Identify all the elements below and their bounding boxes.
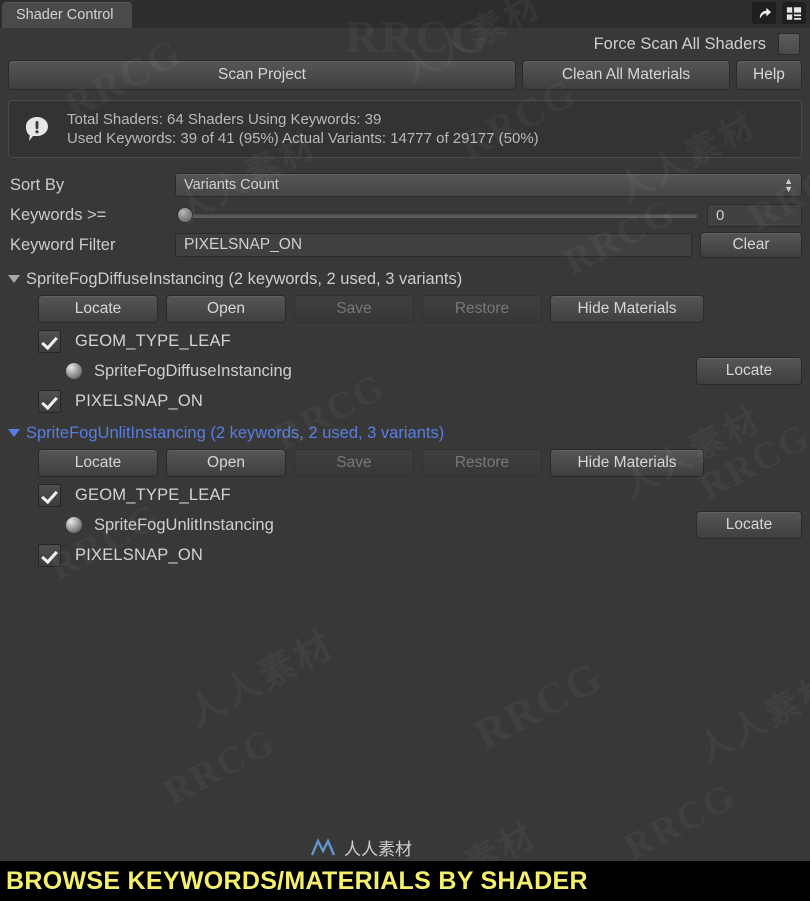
keyword-row: GEOM_TYPE_LEAF — [0, 326, 810, 356]
shader-group-button-row: Locate Open Save Restore Hide Materials — [0, 446, 810, 480]
help-button[interactable]: Help — [736, 60, 802, 90]
keyword-filter-label: Keyword Filter — [10, 235, 116, 254]
keyword-row: PIXELSNAP_ON — [0, 386, 810, 416]
keywords-gte-row: Keywords >= 0 — [0, 200, 810, 230]
group-restore-button: Restore — [422, 295, 542, 323]
keyword-checkbox[interactable] — [38, 389, 61, 413]
keywords-gte-label: Keywords >= — [10, 205, 107, 224]
triangle-down-icon[interactable] — [8, 429, 20, 437]
shader-group-title: SpriteFogDiffuseInstancing (2 keywords, … — [26, 269, 463, 288]
shader-control-window: RRCGRRCGRRCGRRCGRRCGRRCGRRCGRRCGRRCGRRCG… — [0, 0, 810, 901]
stats-info-box: Total Shaders: 64 Shaders Using Keywords… — [8, 100, 802, 158]
window-layout-icon[interactable] — [782, 2, 806, 24]
slider-thumb[interactable] — [177, 207, 193, 223]
shader-group-header[interactable]: SpriteFogUnlitInstancing (2 keywords, 2 … — [0, 420, 810, 446]
material-locate-button[interactable]: Locate — [696, 511, 802, 539]
stats-line-2: Used Keywords: 39 of 41 (95%) Actual Var… — [67, 130, 539, 147]
window-tab-bar: Shader Control — [0, 0, 810, 28]
group-locate-button[interactable]: Locate — [38, 295, 158, 323]
scan-project-button[interactable]: Scan Project — [8, 60, 516, 90]
sort-by-label: Sort By — [10, 175, 65, 194]
group-open-button[interactable]: Open — [166, 449, 286, 477]
shader-group-button-row: Locate Open Save Restore Hide Materials — [0, 292, 810, 326]
keyword-filter-row: Keyword Filter PIXELSNAP_ON Clear — [0, 230, 810, 260]
group-hide-materials-button[interactable]: Hide Materials — [550, 295, 704, 323]
watermark: RRCG — [157, 719, 284, 814]
caption-bar: 人人素材 BROWSE KEYWORDS/MATERIALS BY SHADER — [0, 837, 810, 901]
sort-by-dropdown[interactable]: Variants Count ▲ ▼ — [175, 173, 802, 197]
popout-arrow-icon[interactable] — [752, 2, 776, 24]
caption-text: BROWSE KEYWORDS/MATERIALS BY SHADER — [6, 866, 588, 895]
keyword-label: PIXELSNAP_ON — [75, 545, 204, 564]
keyword-checkbox[interactable] — [38, 329, 61, 353]
group-hide-materials-button[interactable]: Hide Materials — [550, 449, 704, 477]
material-row: SpriteFogUnlitInstancing Locate — [0, 510, 810, 540]
keyword-row: GEOM_TYPE_LEAF — [0, 480, 810, 510]
force-scan-checkbox[interactable] — [778, 33, 800, 55]
sort-by-value: Variants Count — [184, 177, 279, 193]
keyword-label: GEOM_TYPE_LEAF — [75, 485, 231, 504]
shader-group-header[interactable]: SpriteFogDiffuseInstancing (2 keywords, … — [0, 266, 810, 292]
group-restore-button: Restore — [422, 449, 542, 477]
watermark: 人人素材 — [177, 615, 343, 736]
watermark: RRCG — [466, 651, 611, 761]
keywords-gte-slider[interactable] — [175, 205, 697, 225]
stats-text: Total Shaders: 64 Shaders Using Keywords… — [67, 110, 539, 148]
window-content: Force Scan All Shaders Scan Project Clea… — [0, 28, 810, 570]
material-locate-button[interactable]: Locate — [696, 357, 802, 385]
watermark: 人人素材 — [687, 657, 810, 772]
watermark: RRCG — [617, 774, 744, 869]
sort-by-row: Sort By Variants Count ▲ ▼ — [0, 170, 810, 200]
force-scan-label: Force Scan All Shaders — [593, 34, 766, 53]
keyword-checkbox[interactable] — [38, 483, 61, 507]
keyword-row: PIXELSNAP_ON — [0, 540, 810, 570]
tab-label: Shader Control — [16, 7, 114, 23]
slider-track — [181, 212, 697, 218]
group-open-button[interactable]: Open — [166, 295, 286, 323]
shader-group-title: SpriteFogUnlitInstancing (2 keywords, 2 … — [26, 423, 445, 442]
clean-all-materials-button[interactable]: Clean All Materials — [522, 60, 730, 90]
tab-shader-control[interactable]: Shader Control — [2, 2, 132, 28]
chevron-updown-icon: ▲ ▼ — [784, 176, 793, 194]
window-tab-icons — [752, 2, 806, 24]
stats-line-1: Total Shaders: 64 Shaders Using Keywords… — [67, 111, 382, 128]
site-logo: 人人素材 — [310, 835, 412, 860]
material-sphere-icon — [66, 363, 82, 379]
shader-group-list: SpriteFogDiffuseInstancing (2 keywords, … — [0, 260, 810, 570]
keywords-gte-value-field[interactable]: 0 — [707, 203, 802, 227]
group-save-button: Save — [294, 449, 414, 477]
group-save-button: Save — [294, 295, 414, 323]
shader-group: SpriteFogUnlitInstancing (2 keywords, 2 … — [0, 420, 810, 570]
keyword-label: GEOM_TYPE_LEAF — [75, 331, 231, 350]
keyword-filter-input[interactable]: PIXELSNAP_ON — [175, 233, 692, 257]
info-exclamation-icon — [23, 115, 51, 143]
clear-filter-button[interactable]: Clear — [700, 232, 802, 258]
keyword-label: PIXELSNAP_ON — [75, 391, 204, 410]
main-button-row: Scan Project Clean All Materials Help — [0, 60, 810, 90]
material-sphere-icon — [66, 517, 82, 533]
triangle-down-icon[interactable] — [8, 275, 20, 283]
group-locate-button[interactable]: Locate — [38, 449, 158, 477]
force-scan-row: Force Scan All Shaders — [0, 28, 810, 60]
material-row: SpriteFogDiffuseInstancing Locate — [0, 356, 810, 386]
material-name[interactable]: SpriteFogDiffuseInstancing — [94, 362, 684, 381]
shader-group: SpriteFogDiffuseInstancing (2 keywords, … — [0, 266, 810, 416]
keyword-checkbox[interactable] — [38, 543, 61, 567]
material-name[interactable]: SpriteFogUnlitInstancing — [94, 516, 684, 535]
